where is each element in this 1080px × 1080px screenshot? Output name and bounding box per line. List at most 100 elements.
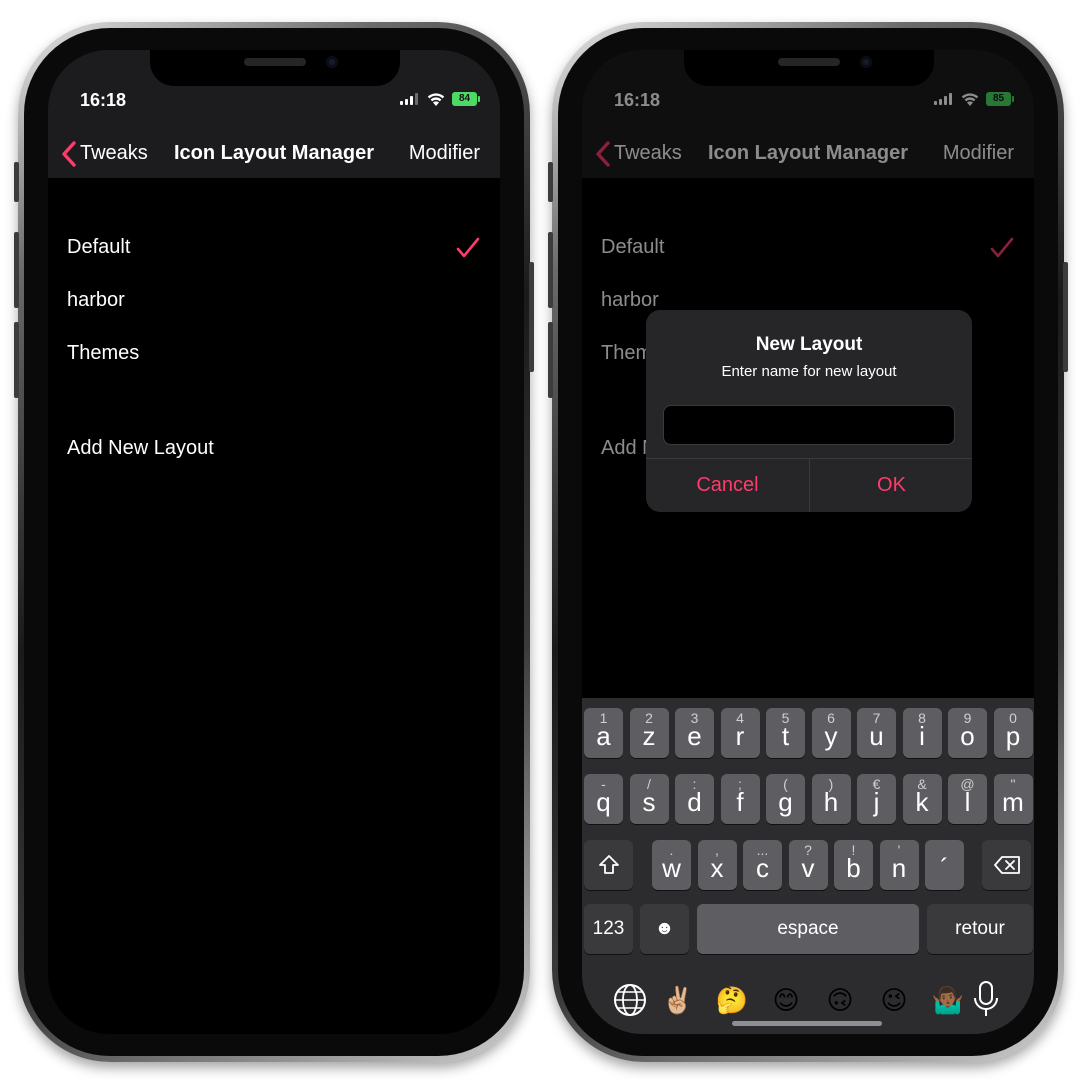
key-primary-label: g <box>778 787 793 817</box>
key-h[interactable]: ) h <box>811 774 851 824</box>
key-w[interactable]: .w <box>652 840 691 890</box>
emoji-suggestion[interactable]: ✌🏼 <box>660 982 696 1018</box>
volume-up-button <box>14 232 19 308</box>
key-a[interactable]: 1a <box>584 708 623 758</box>
layout-item-harbor[interactable]: harbor <box>67 289 125 312</box>
wifi-icon <box>427 93 445 106</box>
emoji-suggestion[interactable]: 😊 <box>768 982 804 1018</box>
key-primary-label: j <box>873 787 880 817</box>
modifier-button[interactable]: Modifier <box>409 142 480 165</box>
emoji-key[interactable]: ☻ <box>640 904 689 954</box>
mute-switch <box>14 162 19 202</box>
key-primary-label: y <box>824 721 838 751</box>
numbers-key[interactable]: 123 <box>584 904 633 954</box>
key-k[interactable]: & k <box>902 774 942 824</box>
key-d[interactable]: :d <box>675 774 714 824</box>
key-j[interactable]: € j <box>857 774 896 824</box>
key-primary-label: a <box>596 721 611 751</box>
key-x[interactable]: ,x <box>697 840 737 890</box>
return-key[interactable]: retour <box>927 904 1033 954</box>
key-l[interactable]: @ l <box>948 774 987 824</box>
mute-switch <box>548 162 553 202</box>
key-primary-label: r <box>735 721 745 751</box>
key-primary-label: k <box>915 787 929 817</box>
emoji-icon: ☻ <box>654 918 675 939</box>
numbers-key-label: 123 <box>592 918 625 939</box>
emoji-suggestion[interactable]: 🤔 <box>714 982 750 1018</box>
emoji-suggestion[interactable]: 🤷🏾‍♂️ <box>930 982 966 1018</box>
key-r[interactable]: 4r <box>720 708 760 758</box>
key-primary-label: s <box>642 787 656 817</box>
key-m[interactable]: " m <box>993 774 1033 824</box>
checkmark-icon <box>456 237 480 258</box>
key-primary-label: b <box>846 853 861 883</box>
key-primary-label: m <box>1002 787 1024 817</box>
key-accent[interactable]: ´ <box>925 840 964 890</box>
home-indicator <box>732 1021 882 1026</box>
key-v[interactable]: ? v <box>788 840 828 890</box>
space-key-label: espace <box>777 918 839 939</box>
key-s[interactable]: / s <box>629 774 669 824</box>
keyboard: 1a2z3e4r5t6y7u8i9o0p - q / s: d; f(g) h € j & k @ l "… <box>582 698 1034 1034</box>
key-primary-label: i <box>919 721 925 751</box>
cancel-button[interactable]: Cancel <box>646 458 809 512</box>
key-primary-label: n <box>891 853 907 883</box>
key-p[interactable]: 0p <box>993 708 1033 758</box>
microphone-icon[interactable] <box>972 980 1000 1020</box>
emoji-suggestion[interactable]: 😉 <box>876 982 912 1018</box>
key-q[interactable]: -q <box>584 774 623 824</box>
page-title: Icon Layout Manager <box>174 142 375 164</box>
key-g[interactable]: (g <box>766 774 805 824</box>
key-primary-label: z <box>642 721 656 751</box>
key-o[interactable]: 9o <box>948 708 987 758</box>
key-u[interactable]: 7u <box>857 708 896 758</box>
alert-message: Enter name for new layout <box>721 363 897 380</box>
add-new-layout-button[interactable]: Add New Layout <box>67 437 214 460</box>
back-button[interactable]: Tweaks <box>80 142 148 165</box>
key-f[interactable]: ; f <box>720 774 760 824</box>
layout-item-themes[interactable]: Themes <box>67 342 139 365</box>
new-layout-alert: New Layout Enter name for new layout Can… <box>646 310 972 512</box>
volume-up-button <box>548 232 553 308</box>
side-button <box>529 262 534 372</box>
key-t[interactable]: 5t <box>766 708 805 758</box>
key-primary-label: v <box>801 853 815 883</box>
back-chevron-icon[interactable] <box>60 140 80 168</box>
key-primary-label: w <box>662 853 681 883</box>
key-primary-label: d <box>687 787 702 817</box>
emoji-suggestion[interactable]: 🙃 <box>822 982 858 1018</box>
delete-key[interactable] <box>982 840 1031 890</box>
status-time: 16:18 <box>80 90 127 110</box>
shift-icon <box>599 855 619 874</box>
key-c[interactable]: ... c <box>743 840 782 890</box>
key-n[interactable]: ' n <box>879 840 919 890</box>
ok-button[interactable]: OK <box>810 458 972 512</box>
right-screen: 16:18 85 Tweaks Icon Layout Manager Modi… <box>582 50 1034 1034</box>
volume-down-button <box>14 322 19 398</box>
key-i[interactable]: 8i <box>902 708 942 758</box>
key-z[interactable]: 2z <box>629 708 669 758</box>
key-primary-label: q <box>596 787 611 817</box>
return-key-label: retour <box>955 918 1005 939</box>
key-y[interactable]: 6y <box>811 708 851 758</box>
shift-key[interactable] <box>584 840 633 890</box>
battery-icon: 84 <box>452 92 480 106</box>
key-b[interactable]: ! b <box>834 840 873 890</box>
left-screen: 16:18 84 Tweaks Icon Layout Manager Modi… <box>48 50 500 1034</box>
backspace-icon <box>994 856 1020 874</box>
layout-item-default[interactable]: Default <box>67 236 130 259</box>
volume-down-button <box>548 322 553 398</box>
key-primary-label: ´ <box>940 853 949 883</box>
key-primary-label: c <box>756 853 769 883</box>
globe-icon[interactable] <box>612 982 648 1018</box>
nav-bar: Tweaks Icon Layout Manager Modifier <box>48 130 500 178</box>
key-primary-label: l <box>964 787 971 817</box>
key-e[interactable]: 3e <box>675 708 714 758</box>
notch <box>684 50 934 86</box>
notch <box>150 50 400 86</box>
key-primary-label: p <box>1005 721 1021 751</box>
space-key[interactable]: espace <box>697 904 919 954</box>
key-primary-label: u <box>869 721 884 751</box>
layout-name-input[interactable] <box>663 405 955 445</box>
cellular-signal-icon <box>400 93 420 105</box>
